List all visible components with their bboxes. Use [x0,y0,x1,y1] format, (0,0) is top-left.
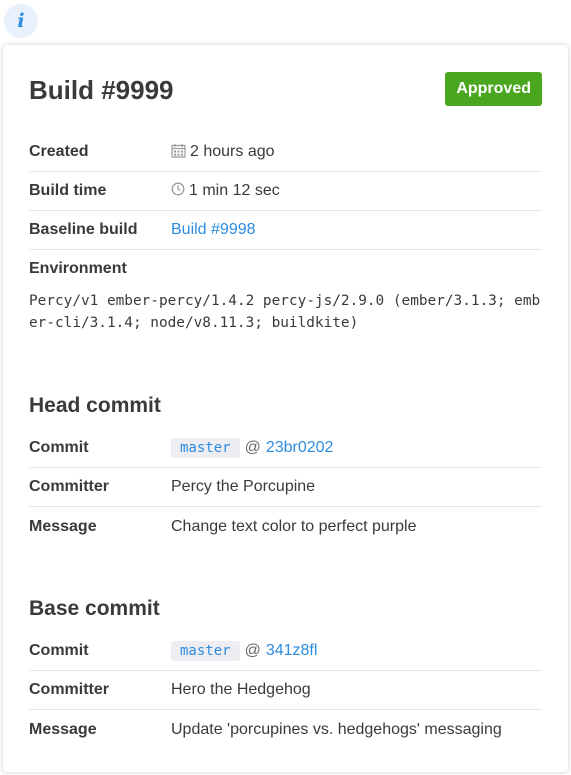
build-time-row: Build time 1 min 12 sec [29,172,542,211]
head-message-label: Message [29,517,97,535]
status-badge: Approved [445,72,542,106]
created-value: 2 hours ago [190,143,275,160]
info-glyph: i [17,9,25,32]
head-commit-value: master @ 23br0202 [171,438,333,458]
created-label: Created [29,143,89,160]
head-commit-label: Commit [29,439,89,456]
created-row: Created 2 hours ago [29,133,542,172]
head-committer-value: Percy the Porcupine [171,478,316,495]
base-commit-title: Base commit [29,597,160,620]
baseline-value-wrap: Build #9998 [171,221,256,239]
base-committer-row: Committer Hero the Hedgehog [29,671,542,710]
head-commit-row: Commit master @ 23br0202 [29,429,542,468]
environment-block: Environment Percy/v1 ember-percy/1.4.2 p… [29,250,542,334]
head-branch-link[interactable]: master [171,438,240,458]
environment-label: Environment [29,260,127,277]
head-message-row: Message Change text color to perfect pur… [29,507,542,546]
head-at-sign: @ [244,439,261,456]
head-message-value: Change text color to perfect purple [171,517,417,535]
base-message-row: Message Update 'porcupines vs. hedgehogs… [29,710,542,749]
baseline-label: Baseline build [29,221,138,238]
build-info-panel: Build #9999 Approved Created 2 hours ago… [3,45,568,772]
info-icon[interactable]: i [4,4,38,38]
base-committer-value: Hero the Hedgehog [171,681,311,698]
base-commit-label: Commit [29,642,89,659]
base-message-label: Message [29,720,97,738]
base-commit-row: Commit master @ 341z8fl [29,632,542,671]
base-message-value: Update 'porcupines vs. hedgehogs' messag… [171,720,502,738]
base-commit-sha-link[interactable]: 341z8fl [266,642,318,660]
environment-value: Percy/v1 ember-percy/1.4.2 percy-js/2.9.… [29,293,541,331]
base-commit-value: master @ 341z8fl [171,641,317,661]
calendar-icon [171,143,186,162]
base-branch-link[interactable]: master [171,641,240,661]
head-committer-row: Committer Percy the Porcupine [29,468,542,507]
build-time-value-wrap: 1 min 12 sec [171,182,280,200]
baseline-build-link[interactable]: Build #9998 [171,221,256,239]
build-time-label: Build time [29,182,107,199]
head-committer-label: Committer [29,478,110,495]
clock-icon [171,182,185,200]
build-title: Build #9999 [29,74,174,105]
baseline-row: Baseline build Build #9998 [29,211,542,250]
base-at-sign: @ [244,642,261,659]
created-value-wrap: 2 hours ago [171,143,275,162]
base-committer-label: Committer [29,681,110,698]
head-commit-sha-link[interactable]: 23br0202 [266,439,334,457]
build-header: Build #9999 Approved [29,45,542,133]
build-time-value: 1 min 12 sec [189,182,280,199]
head-commit-title: Head commit [29,394,161,417]
